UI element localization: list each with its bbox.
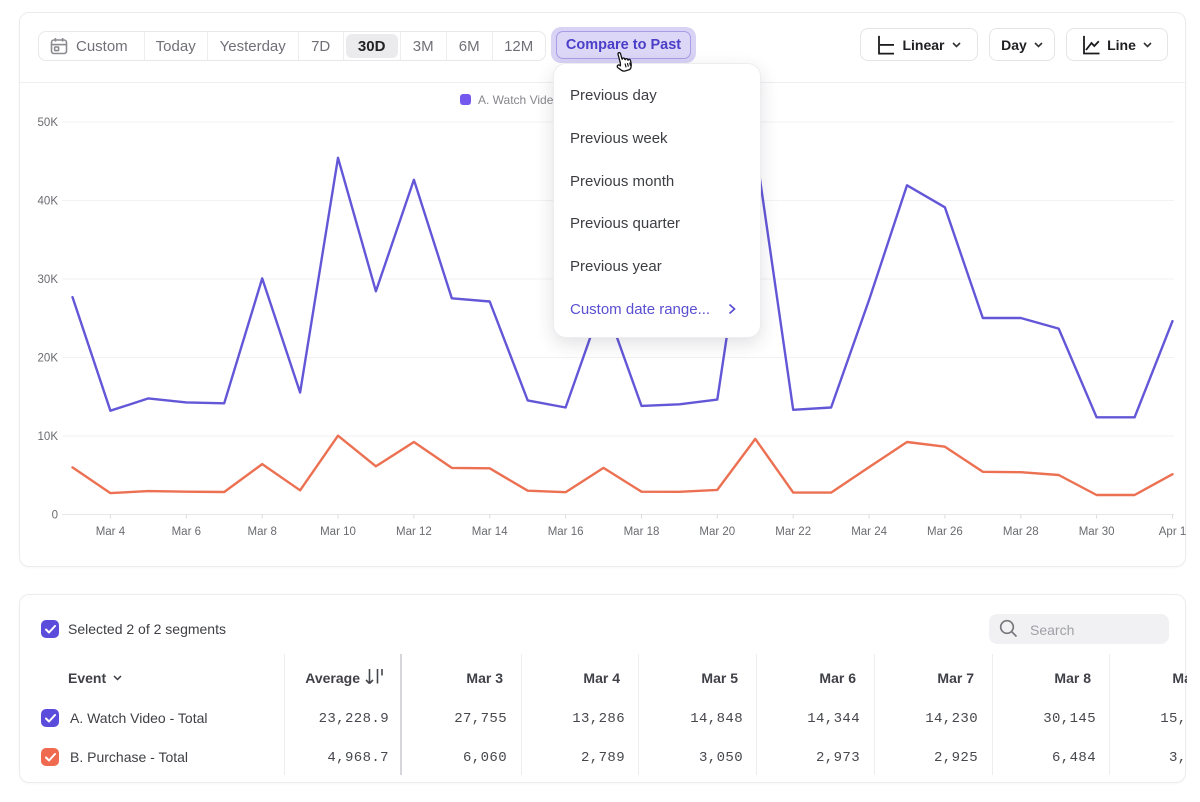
svg-text:Mar 18: Mar 18: [624, 526, 660, 538]
svg-text:Apr 1: Apr 1: [1159, 526, 1187, 538]
svg-text:Mar 4: Mar 4: [96, 526, 126, 538]
svg-text:50K: 50K: [38, 117, 59, 129]
svg-text:0: 0: [52, 510, 58, 522]
svg-text:Mar 30: Mar 30: [1079, 526, 1115, 538]
svg-text:Mar 24: Mar 24: [851, 526, 887, 538]
svg-text:20K: 20K: [38, 353, 59, 365]
svg-text:30K: 30K: [38, 274, 59, 286]
svg-text:10K: 10K: [38, 431, 59, 443]
svg-text:Mar 26: Mar 26: [927, 526, 963, 538]
svg-text:Mar 8: Mar 8: [247, 526, 276, 538]
svg-text:Mar 20: Mar 20: [699, 526, 735, 538]
svg-text:Mar 16: Mar 16: [548, 526, 584, 538]
svg-text:Mar 10: Mar 10: [320, 526, 356, 538]
svg-text:Mar 6: Mar 6: [172, 526, 201, 538]
svg-text:Mar 12: Mar 12: [396, 526, 432, 538]
svg-text:Mar 14: Mar 14: [472, 526, 508, 538]
svg-text:Mar 28: Mar 28: [1003, 526, 1039, 538]
svg-text:Mar 22: Mar 22: [775, 526, 811, 538]
svg-text:40K: 40K: [38, 196, 59, 208]
